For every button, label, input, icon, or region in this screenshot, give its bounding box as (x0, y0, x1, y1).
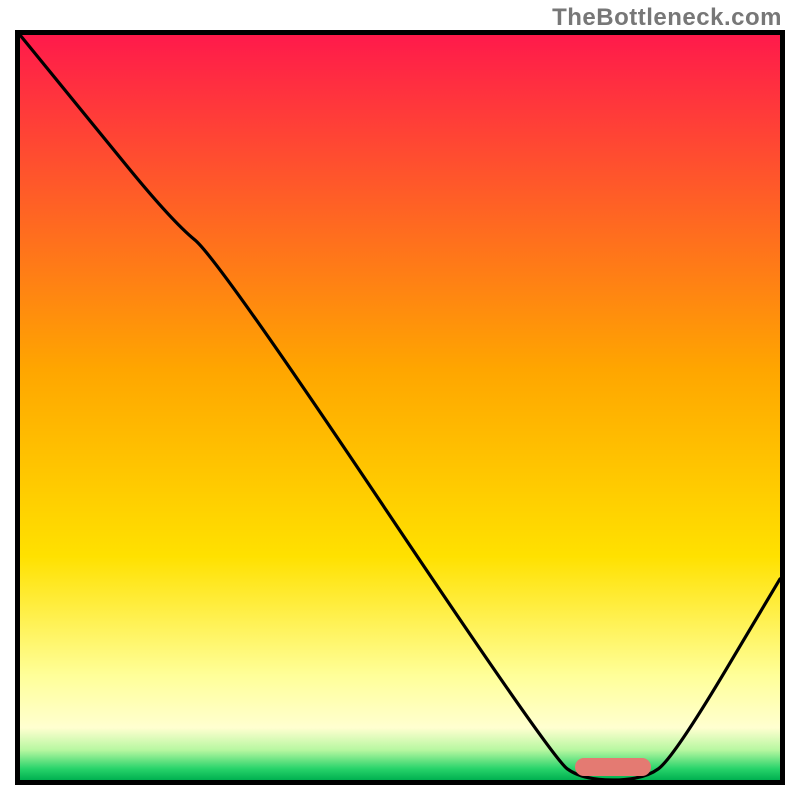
watermark-text: TheBottleneck.com (552, 4, 782, 32)
plot-area (20, 35, 780, 780)
optimal-range-marker (575, 758, 651, 776)
plot-frame (15, 30, 785, 785)
bottleneck-curve (20, 35, 780, 780)
